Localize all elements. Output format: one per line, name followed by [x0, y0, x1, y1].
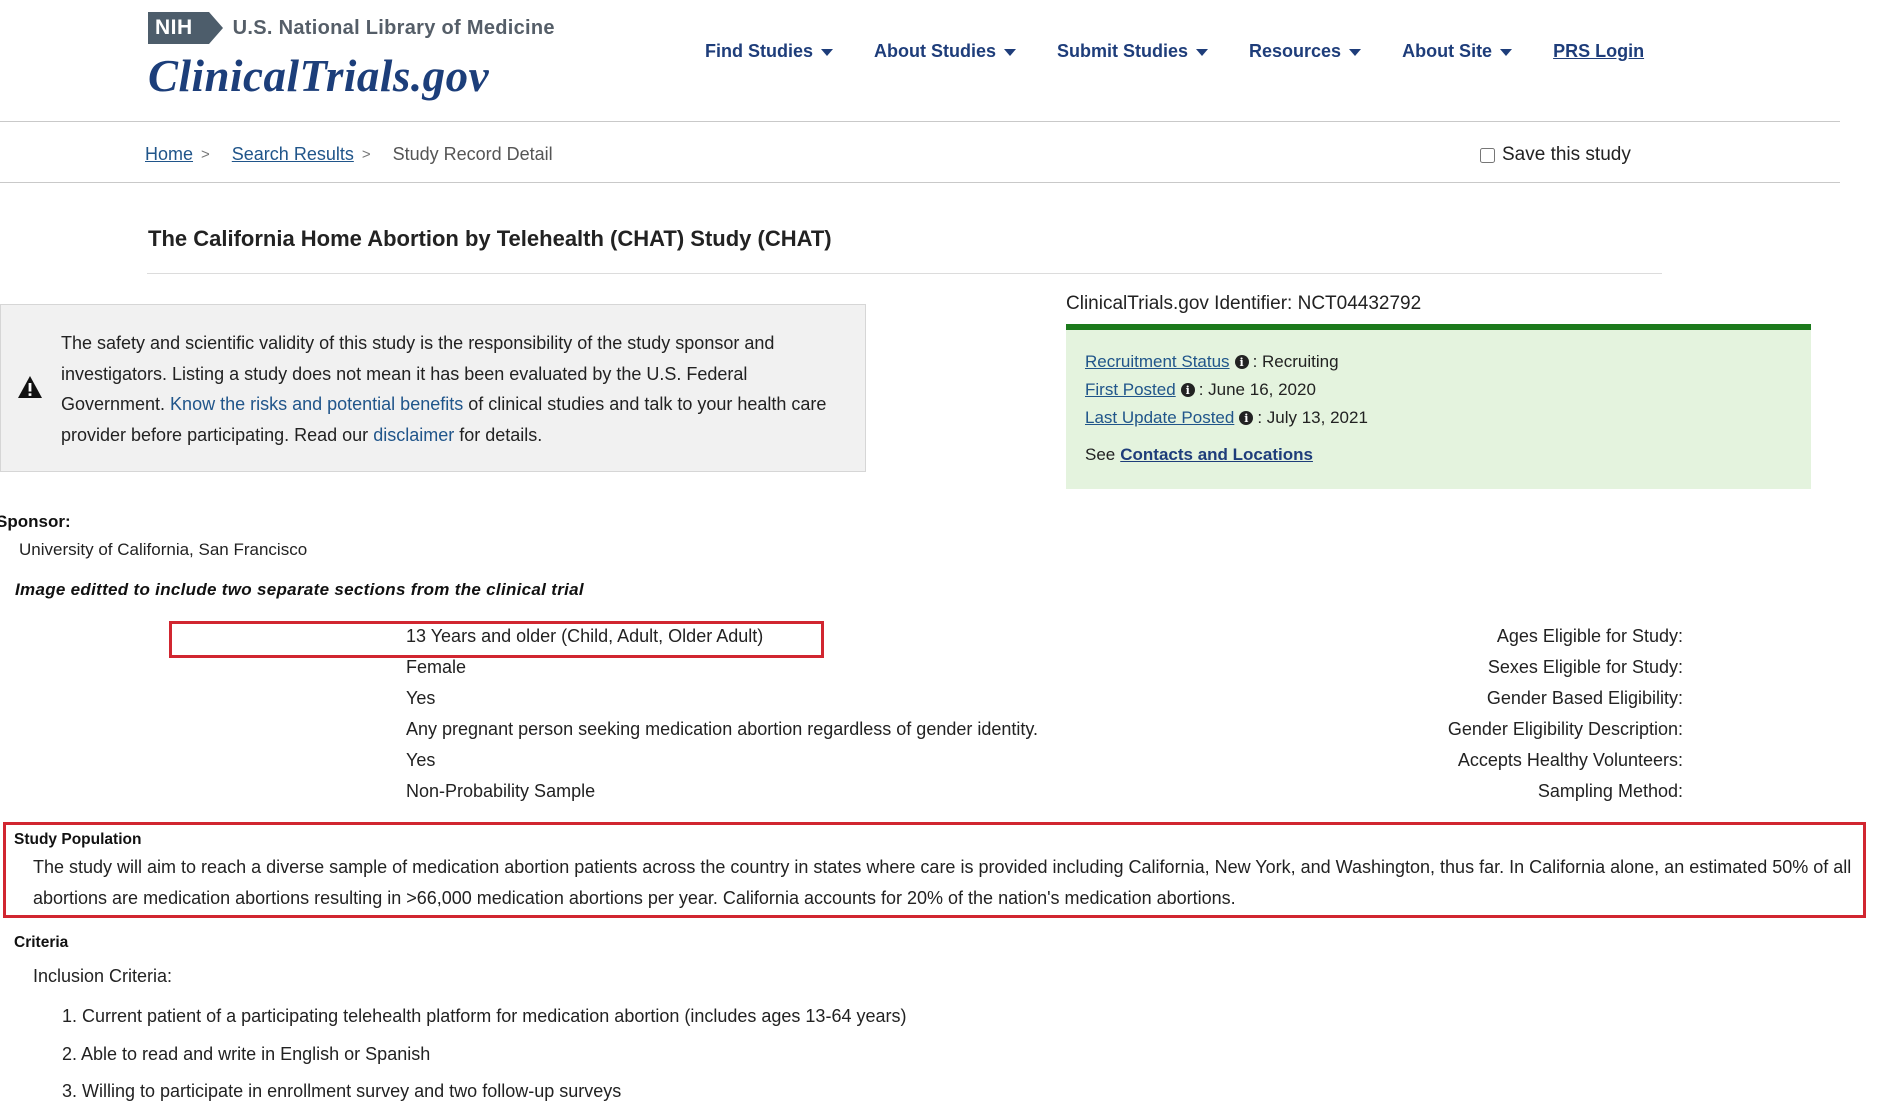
breadcrumb-search-results-link[interactable]: Search Results [232, 144, 354, 165]
last-update-value: : July 13, 2021 [1257, 408, 1368, 427]
nav-label: About Site [1402, 41, 1493, 61]
criteria-heading: Criteria [14, 934, 69, 951]
nlm-title: U.S. National Library of Medicine [232, 16, 555, 39]
nav-about-studies[interactable]: About Studies [874, 41, 1016, 62]
disclaimer-text-3: for details. [454, 424, 543, 445]
nav-label: Submit Studies [1057, 41, 1189, 61]
disclaimer-link[interactable]: disclaimer [373, 425, 454, 445]
inclusion-criteria-heading: Inclusion Criteria: [33, 966, 173, 986]
recruitment-status-link[interactable]: Recruitment Status [1085, 352, 1230, 372]
status-box: Recruitment Status i : Recruiting First … [1066, 324, 1811, 489]
nav-label: Resources [1249, 41, 1342, 61]
sponsor-value: University of California, San Francisco [19, 540, 308, 559]
first-posted-link[interactable]: First Posted [1085, 380, 1176, 400]
eligibility-value: Any pregnant person seeking medication a… [406, 719, 1039, 739]
warning-triangle-icon [18, 376, 42, 398]
disclaimer-box: The safety and scientific validity of th… [0, 304, 866, 472]
info-circle-icon[interactable]: i [1180, 383, 1195, 397]
eligibility-value: Yes [406, 750, 436, 770]
disclaimer-text: The safety and scientific validity of th… [61, 328, 841, 450]
eligibility-value: Yes [406, 688, 436, 708]
nav-find-studies[interactable]: Find Studies [705, 41, 833, 62]
breadcrumb-home-link[interactable]: Home [145, 144, 193, 165]
nav-resources[interactable]: Resources [1249, 41, 1362, 62]
site-header: NIH U.S. National Library of Medicine Cl… [0, 0, 1840, 122]
eligibility-value: Non-Probability Sample [406, 781, 596, 801]
title-divider [147, 273, 1662, 274]
last-update-link[interactable]: Last Update Posted [1085, 408, 1234, 428]
save-study-checkbox[interactable] [1480, 147, 1495, 163]
contacts-row: See Contacts and Locations [1085, 445, 1313, 465]
nav-submit-studies[interactable]: Submit Studies [1057, 41, 1209, 62]
last-update-row: Last Update Posted i : July 13, 2021 [1085, 408, 1368, 428]
nav-about-site[interactable]: About Site [1402, 41, 1513, 62]
caret-down-icon [1349, 49, 1362, 56]
breadcrumb: Home > Search Results > Study Record Det… [145, 144, 553, 165]
caret-down-icon [821, 49, 833, 56]
recruitment-status-value: : Recruiting [1252, 352, 1339, 371]
see-prefix: See [1085, 445, 1116, 464]
list-item: 3. Willing to participate in enrollment … [62, 1081, 622, 1101]
list-item: 1. Current patient of a participating te… [62, 1006, 907, 1026]
eligibility-row: Ages Eligible for Study: 13 Years and ol… [0, 622, 1683, 652]
eligibility-label: Ages Eligible for Study: [1496, 626, 1683, 646]
eligibility-label: Gender Eligibility Description: [1447, 719, 1683, 739]
recruitment-status-row: Recruitment Status i : Recruiting [1085, 352, 1339, 372]
page-title: The California Home Abortion by Teleheal… [148, 226, 832, 251]
eligibility-row: Gender Eligibility Description: Any preg… [0, 715, 1683, 745]
sponsor-heading: Sponsor: [0, 512, 71, 531]
breadcrumb-separator: > [361, 146, 371, 163]
first-posted-value: : June 16, 2020 [1198, 380, 1316, 399]
nih-logo: NIH [148, 12, 223, 44]
first-posted-row: First Posted i : June 16, 2020 [1085, 380, 1316, 400]
info-circle-icon[interactable]: i [1239, 411, 1254, 425]
eligibility-row: Sexes Eligible for Study: Female [0, 653, 1683, 683]
study-identifier: ClinicalTrials.gov Identifier: NCT044327… [1066, 293, 1422, 314]
breadcrumb-separator: > [201, 146, 210, 163]
main-nav: Find Studies About Studies Submit Studie… [705, 41, 1644, 62]
risks-benefits-link[interactable]: Know the risks and potential benefits [170, 394, 463, 414]
nav-label: Find Studies [705, 41, 813, 61]
eligibility-label: Sexes Eligible for Study: [1487, 657, 1683, 677]
eligibility-label: Accepts Healthy Volunteers: [1457, 750, 1683, 770]
nlm-branding[interactable]: NIH U.S. National Library of Medicine [148, 12, 555, 44]
eligibility-label: Gender Based Eligibility: [1486, 688, 1683, 708]
edit-note: Image editted to include two separate se… [15, 580, 584, 599]
eligibility-row: Accepts Healthy Volunteers: Yes [0, 746, 1683, 776]
caret-down-icon [1500, 49, 1513, 56]
study-population-heading: Study Population [14, 831, 142, 848]
prs-login-link[interactable]: PRS Login [1553, 41, 1644, 62]
nav-label: About Studies [874, 41, 996, 61]
study-population-text: The study will aim to reach a diverse sa… [33, 857, 1852, 908]
info-circle-icon[interactable]: i [1234, 355, 1249, 369]
eligibility-value: Female [406, 657, 467, 677]
breadcrumb-current: Study Record Detail [392, 144, 553, 164]
eligibility-label: Sampling Method: [1537, 781, 1683, 801]
contacts-locations-link[interactable]: Contacts and Locations [1120, 445, 1313, 465]
site-logo[interactable]: ClinicalTrials.gov [148, 50, 489, 102]
caret-down-icon [1004, 49, 1016, 56]
eligibility-value: 13 Years and older (Child, Adult, Older … [406, 626, 764, 646]
list-item: 2. Able to read and write in English or … [62, 1043, 431, 1064]
save-study-label: Save this study [1502, 144, 1631, 165]
eligibility-row: Sampling Method: Non-Probability Sample [0, 777, 1683, 807]
caret-down-icon [1196, 49, 1209, 56]
eligibility-row: Gender Based Eligibility: Yes [0, 684, 1683, 714]
breadcrumb-bar: Home > Search Results > Study Record Det… [0, 122, 1840, 183]
inclusion-criteria-list: 1. Current patient of a participating te… [62, 1006, 906, 1119]
save-study-toggle[interactable]: Save this study [1480, 144, 1631, 166]
